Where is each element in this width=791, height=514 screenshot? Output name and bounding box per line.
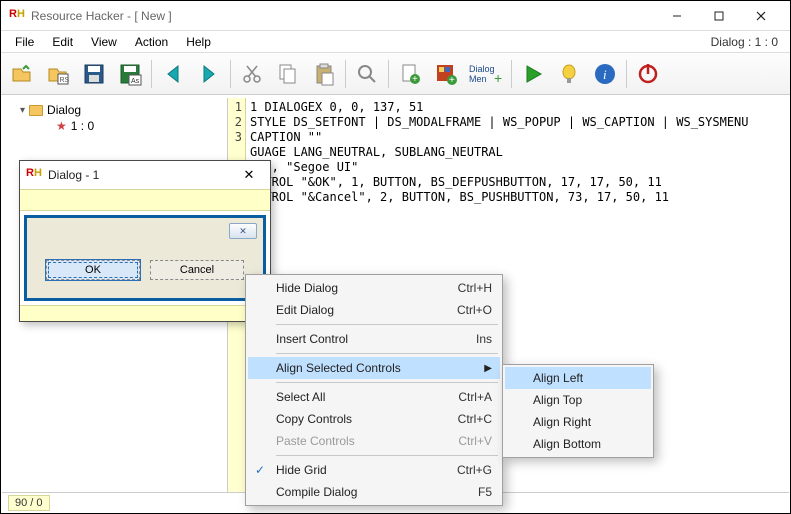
close-button[interactable] [740, 2, 782, 30]
svg-text:Men: Men [469, 74, 487, 84]
ctx-align-top[interactable]: Align Top [505, 389, 651, 411]
power-icon[interactable] [631, 57, 665, 91]
dialog-preview-title: Dialog - 1 [48, 168, 234, 182]
add-file-icon[interactable]: + [393, 57, 427, 91]
context-menu: Hide DialogCtrl+H Edit DialogCtrl+O Inse… [245, 274, 503, 506]
ctx-insert-control[interactable]: Insert ControlIns [248, 328, 500, 350]
hint-icon[interactable] [552, 57, 586, 91]
ctx-separator [276, 324, 498, 325]
close-icon[interactable]: ✕ [234, 167, 264, 183]
copy-icon[interactable] [271, 57, 305, 91]
app-icon: RH [9, 8, 25, 24]
menu-help[interactable]: Help [178, 33, 219, 51]
window-title: Resource Hacker - [ New ] [31, 9, 656, 23]
folder-icon [29, 105, 43, 116]
dialog-menu-icon[interactable]: DialogMen + [465, 57, 507, 91]
menu-view[interactable]: View [83, 33, 125, 51]
toolbar: RS As + + DialogMen + i [1, 53, 790, 95]
ctx-select-all[interactable]: Select AllCtrl+A [248, 386, 500, 408]
titlebar: RH Resource Hacker - [ New ] [1, 1, 790, 31]
save-icon[interactable] [77, 57, 111, 91]
tree-resource-leaf[interactable]: ★ 1 : 0 [4, 118, 225, 134]
svg-text:+: + [412, 74, 418, 85]
open-icon[interactable] [5, 57, 39, 91]
minimize-button[interactable] [656, 2, 698, 30]
dialog-inner-titlebar: ✕ [27, 218, 263, 244]
maximize-button[interactable] [698, 2, 740, 30]
submenu-arrow-icon: ▶ [484, 363, 492, 374]
context-submenu: Align Left Align Top Align Right Align B… [502, 364, 654, 458]
check-icon: ✓ [255, 463, 265, 477]
back-icon[interactable] [156, 57, 190, 91]
svg-text:Dialog: Dialog [469, 64, 495, 74]
toolbar-separator [151, 60, 152, 88]
ctx-copy-controls[interactable]: Copy ControlsCtrl+C [248, 408, 500, 430]
svg-text:RS: RS [60, 77, 70, 84]
ctx-separator [276, 455, 498, 456]
main-window: RH Resource Hacker - [ New ] File Edit V… [0, 0, 791, 514]
find-icon[interactable] [350, 57, 384, 91]
control-ok-button[interactable]: OK [46, 260, 140, 280]
menubar: File Edit View Action Help Dialog : 1 : … [1, 31, 790, 53]
dialog-preview-client[interactable]: ✕ OK Cancel [24, 215, 266, 301]
toolbar-separator [230, 60, 231, 88]
open-script-icon[interactable]: RS [41, 57, 75, 91]
paste-icon[interactable] [307, 57, 341, 91]
ctx-separator [276, 353, 498, 354]
ctx-align-selected[interactable]: Align Selected Controls▶ [248, 357, 500, 379]
window-controls [656, 2, 782, 30]
ctx-align-left[interactable]: Align Left [505, 367, 651, 389]
svg-text:+: + [494, 70, 502, 86]
add-resource-icon[interactable]: + [429, 57, 463, 91]
dialog-preview-body: ✕ OK Cancel [20, 211, 270, 305]
ctx-separator [276, 382, 498, 383]
dialog-preview-titlebar[interactable]: RH Dialog - 1 ✕ [20, 161, 270, 189]
svg-text:As: As [131, 78, 140, 85]
menu-file[interactable]: File [7, 33, 42, 51]
dialog-preview-window[interactable]: RH Dialog - 1 ✕ ✕ OK Cancel [19, 160, 271, 322]
ctx-align-right[interactable]: Align Right [505, 411, 651, 433]
tree-dialog-node[interactable]: ▾ Dialog [4, 102, 225, 118]
toolbar-separator [388, 60, 389, 88]
cut-icon[interactable] [235, 57, 269, 91]
ctx-paste-controls: Paste ControlsCtrl+V [248, 430, 500, 452]
save-as-icon[interactable]: As [113, 57, 147, 91]
info-icon[interactable]: i [588, 57, 622, 91]
tree-label: 1 : 0 [71, 119, 94, 133]
svg-text:i: i [603, 67, 607, 82]
ctx-hide-grid[interactable]: ✓Hide GridCtrl+G [248, 459, 500, 481]
toolbar-separator [345, 60, 346, 88]
menubar-status: Dialog : 1 : 0 [711, 35, 784, 49]
toolbar-separator [511, 60, 512, 88]
tree-label: Dialog [47, 103, 81, 117]
ctx-edit-dialog[interactable]: Edit DialogCtrl+O [248, 299, 500, 321]
menu-action[interactable]: Action [127, 33, 176, 51]
dialog-preview-status [20, 305, 270, 321]
control-cancel-button[interactable]: Cancel [150, 260, 244, 280]
ctx-hide-dialog[interactable]: Hide DialogCtrl+H [248, 277, 500, 299]
status-pos: 90 / 0 [8, 495, 50, 511]
app-icon: RH [26, 167, 42, 183]
dialog-inner-close-icon[interactable]: ✕ [229, 223, 257, 239]
star-icon: ★ [56, 119, 67, 133]
dialog-controls: OK Cancel [27, 244, 263, 298]
menu-edit[interactable]: Edit [44, 33, 81, 51]
ctx-align-bottom[interactable]: Align Bottom [505, 433, 651, 455]
ctx-compile-dialog[interactable]: Compile DialogF5 [248, 481, 500, 503]
svg-text:+: + [449, 75, 455, 86]
toolbar-separator [626, 60, 627, 88]
dialog-preview-toolbar [20, 189, 270, 211]
run-icon[interactable] [516, 57, 550, 91]
forward-icon[interactable] [192, 57, 226, 91]
